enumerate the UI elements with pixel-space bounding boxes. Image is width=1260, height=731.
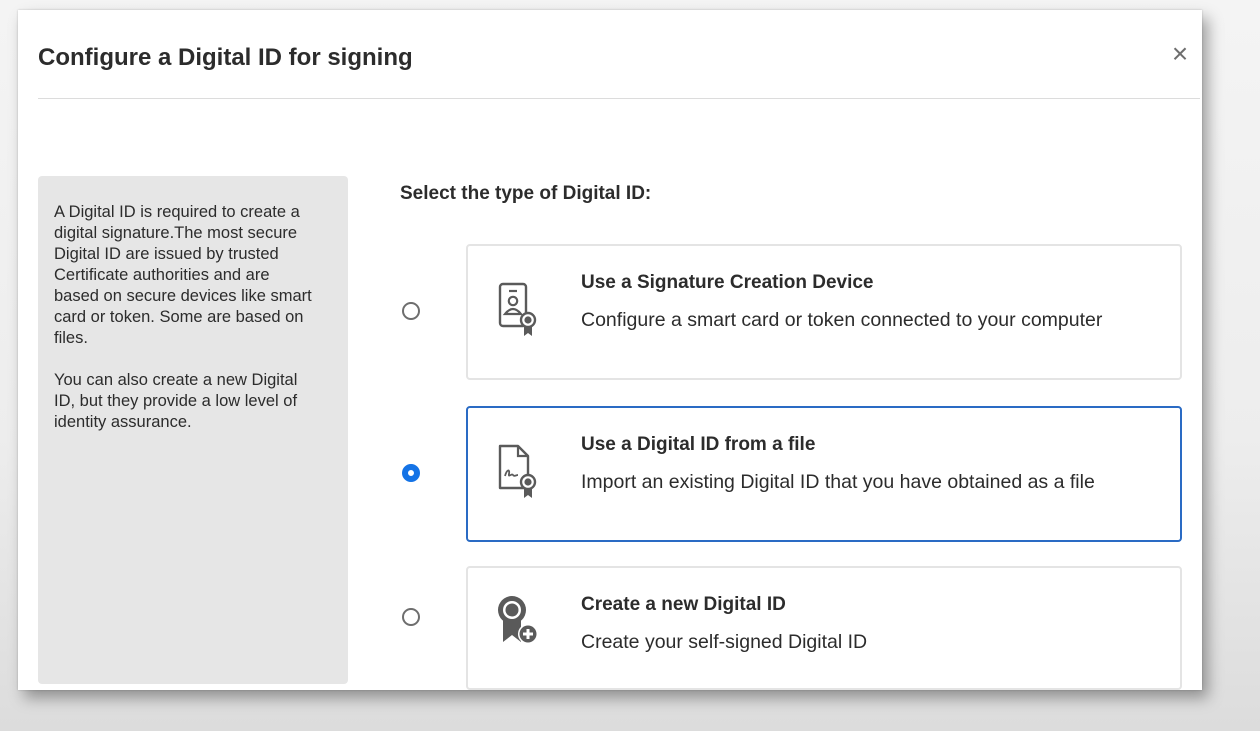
option-card-signature-creation-device[interactable]: Use a Signature Creation Device Configur… — [466, 244, 1182, 380]
info-paragraph-2: You can also create a new Digital ID, bu… — [54, 371, 298, 431]
select-type-label: Select the type of Digital ID: — [400, 183, 652, 204]
info-panel: A Digital ID is required to create a dig… — [38, 176, 348, 684]
option-title: Use a Signature Creation Device — [581, 272, 874, 293]
info-paragraph-1: A Digital ID is required to create a dig… — [54, 203, 312, 347]
id-card-certificate-icon — [498, 282, 537, 336]
radio-digital-id-from-file[interactable] — [402, 464, 420, 482]
signed-file-certificate-icon — [498, 444, 537, 498]
dialog-title: Configure a Digital ID for signing — [38, 44, 413, 71]
option-description: Configure a smart card or token connecte… — [581, 309, 1103, 331]
configure-digital-id-dialog: Configure a Digital ID for signing × A D… — [18, 10, 1202, 690]
option-description: Import an existing Digital ID that you h… — [581, 471, 1095, 493]
header-divider — [38, 98, 1200, 99]
option-card-digital-id-from-file[interactable]: Use a Digital ID from a file Import an e… — [466, 406, 1182, 542]
option-title: Use a Digital ID from a file — [581, 434, 816, 455]
info-text: A Digital ID is required to create a dig… — [54, 202, 314, 454]
ribbon-add-icon — [498, 596, 538, 644]
close-icon[interactable]: × — [1166, 40, 1194, 68]
option-card-create-new-digital-id[interactable]: Create a new Digital ID Create your self… — [466, 566, 1182, 690]
option-title: Create a new Digital ID — [581, 594, 786, 615]
radio-create-new-digital-id[interactable] — [402, 608, 420, 626]
option-description: Create your self-signed Digital ID — [581, 631, 868, 653]
radio-signature-creation-device[interactable] — [402, 302, 420, 320]
